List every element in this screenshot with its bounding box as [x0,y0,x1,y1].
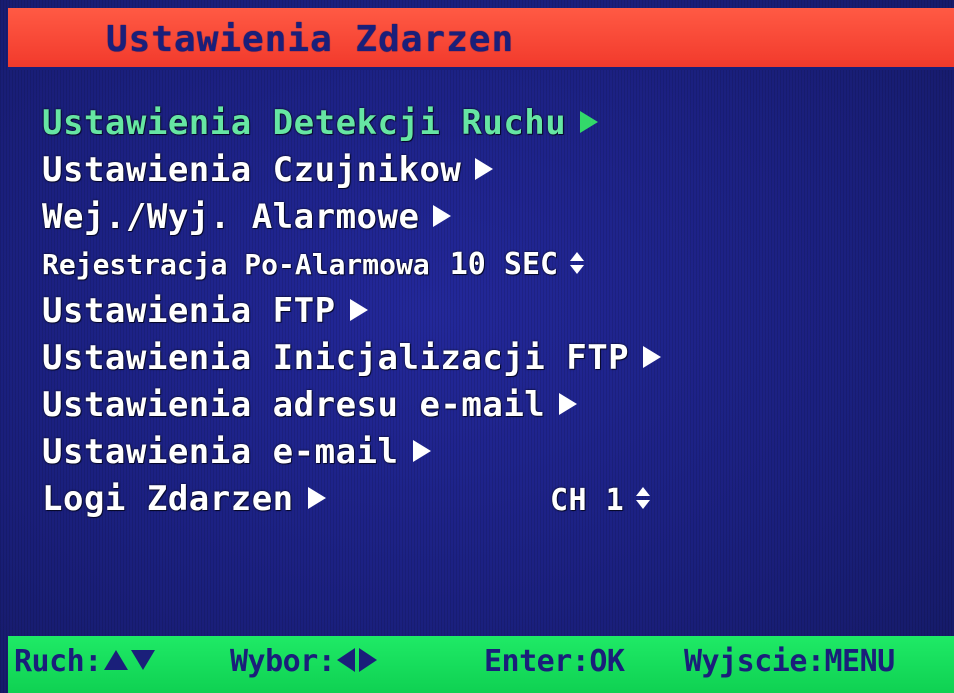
up-down-icon[interactable] [636,486,651,509]
hint-enter: Enter:OK [484,644,625,679]
hint-exit: Wyjscie:MENU [684,644,895,679]
page-title: Ustawienia Zdarzen [106,19,515,60]
post-alarm-duration-value[interactable]: 10 SEC [450,247,558,282]
channel-selector[interactable]: CH 1 [550,476,651,524]
arrow-right-icon [307,486,326,509]
up-down-icon[interactable] [570,252,585,274]
event-settings-menu: Ustawienia Detekcji Ruchu Ustawienia Czu… [42,100,922,523]
menu-item-sensors[interactable]: Ustawienia Czujnikow [42,147,922,194]
channel-value: CH 1 [550,483,625,518]
menu-item-post-alarm-recording[interactable]: Rejestracja Po-Alarmowa 10 SEC [42,241,922,288]
arrow-right-icon [580,110,599,133]
hint-select: Wybor: [230,644,378,679]
hint-move: Ruch: [14,644,155,679]
menu-item-event-logs[interactable]: Logi Zdarzen CH 1 [42,476,922,523]
left-triangle-icon [337,647,356,672]
menu-item-email-address-settings[interactable]: Ustawienia adresu e-mail [42,382,922,429]
menu-item-label: Ustawienia FTP [42,291,336,331]
menu-item-label: Ustawienia Czujnikow [42,150,462,190]
down-triangle-icon [130,649,155,670]
right-triangle-icon [359,647,378,672]
dvr-osd-screen: Ustawienia Zdarzen Ustawienia Detekcji R… [0,0,954,693]
arrow-right-icon [349,298,368,321]
menu-item-alarm-io[interactable]: Wej./Wyj. Alarmowe [42,194,922,241]
hint-move-label: Ruch: [14,644,102,679]
key-hint-bar: Ruch: Wybor: Enter:OK Wyjscie:MENU [8,636,954,693]
menu-item-label: Ustawienia adresu e-mail [42,385,546,425]
menu-item-label: Wej./Wyj. Alarmowe [42,197,420,237]
up-triangle-icon [103,649,128,670]
menu-item-label: Ustawienia Inicjalizacji FTP [42,338,630,378]
menu-item-email-settings[interactable]: Ustawienia e-mail [42,429,922,476]
menu-item-label: Ustawienia e-mail [42,432,399,472]
arrow-right-icon [475,157,494,180]
arrow-right-icon [559,392,578,415]
menu-item-motion-detection[interactable]: Ustawienia Detekcji Ruchu [42,100,922,147]
menu-item-label: Rejestracja Po-Alarmowa [42,248,430,281]
menu-item-ftp-init-settings[interactable]: Ustawienia Inicjalizacji FTP [42,335,922,382]
arrow-right-icon [412,439,431,462]
menu-item-ftp-settings[interactable]: Ustawienia FTP [42,288,922,335]
hint-select-label: Wybor: [230,644,336,679]
menu-item-label: Ustawienia Detekcji Ruchu [42,103,567,143]
menu-item-label: Logi Zdarzen [42,479,294,519]
arrow-right-icon [433,204,452,227]
title-bar: Ustawienia Zdarzen [8,8,954,70]
arrow-right-icon [643,345,662,368]
